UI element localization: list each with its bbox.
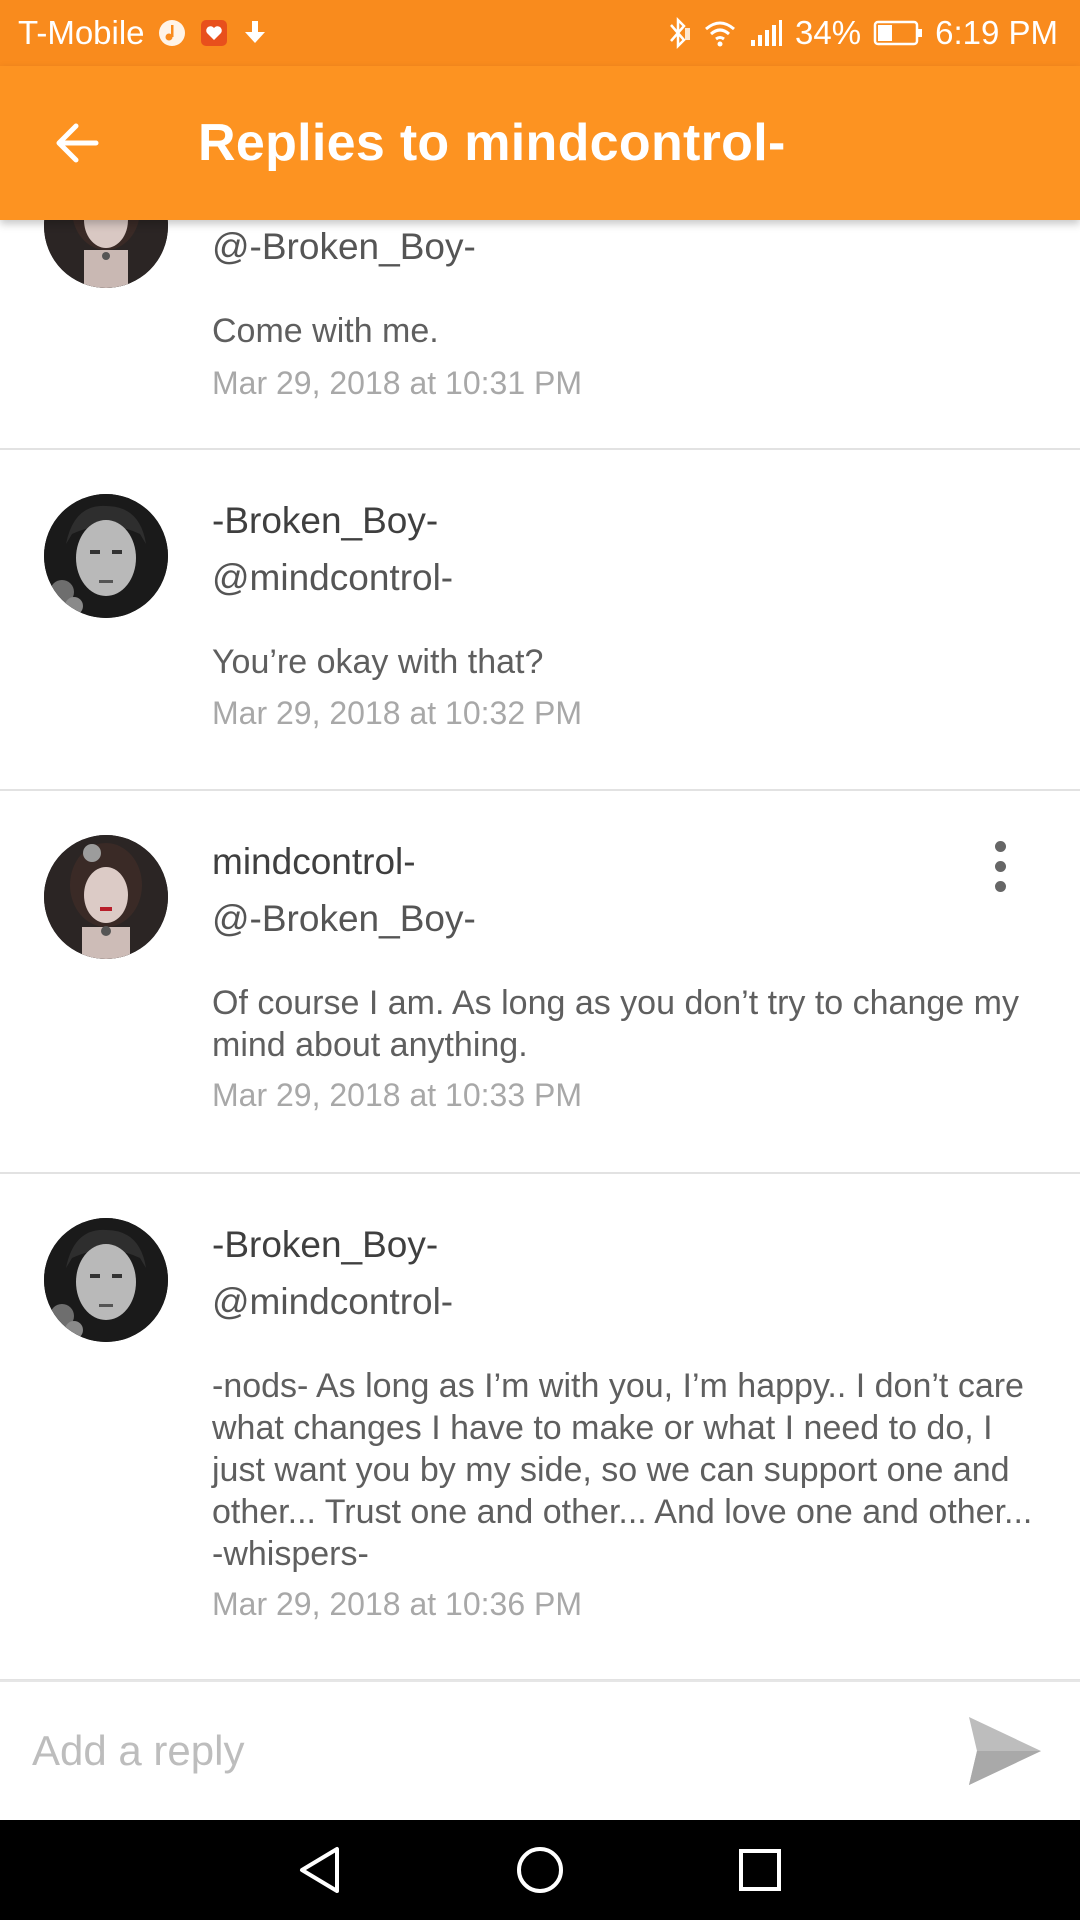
battery-icon — [873, 19, 923, 47]
app-notification-icon — [199, 18, 229, 48]
reply-author[interactable]: -Broken_Boy- — [212, 1224, 438, 1266]
nav-back-button[interactable] — [285, 1835, 355, 1905]
reply-timestamp: Mar 29, 2018 at 10:31 PM — [212, 365, 582, 401]
avatar[interactable] — [44, 835, 168, 959]
reply-item: -Broken_Boy- @mindcontrol- -nods- As lon… — [0, 1174, 1080, 1680]
send-icon — [969, 1717, 1041, 1785]
reply-list[interactable]: @-Broken_Boy- Come with me. Mar 29, 2018… — [0, 220, 1080, 1680]
reply-text: Come with me. — [212, 312, 439, 350]
reply-text: You’re okay with that? — [212, 643, 544, 681]
arrow-left-icon — [56, 123, 99, 163]
girl-avatar-image — [44, 220, 168, 288]
reply-mention[interactable]: @-Broken_Boy- — [212, 898, 476, 940]
app-bar: Replies to mindcontrol- — [0, 66, 1080, 220]
nav-recents-button[interactable] — [725, 1835, 795, 1905]
circle-home-icon — [517, 1847, 563, 1893]
square-recents-icon — [739, 1849, 781, 1891]
page-title: Replies to mindcontrol- — [198, 114, 786, 172]
music-icon — [157, 18, 187, 48]
reply-item: @-Broken_Boy- Come with me. Mar 29, 2018… — [0, 220, 1080, 450]
more-vert-icon — [994, 860, 1006, 872]
reply-author[interactable]: -Broken_Boy- — [212, 500, 438, 542]
more-options-button[interactable] — [980, 836, 1020, 896]
status-bar: T-Mobile 34% 6:19 PM — [0, 0, 1080, 66]
send-button[interactable] — [960, 1706, 1050, 1796]
reply-item: mindcontrol- @-Broken_Boy- Of course I a… — [0, 791, 1080, 1174]
wifi-icon — [703, 18, 737, 48]
avatar[interactable] — [44, 220, 168, 288]
reply-mention[interactable]: @-Broken_Boy- — [212, 226, 476, 268]
reply-timestamp: Mar 29, 2018 at 10:32 PM — [212, 695, 582, 731]
back-button[interactable] — [16, 66, 136, 220]
reply-item: -Broken_Boy- @mindcontrol- You’re okay w… — [0, 450, 1080, 791]
reply-timestamp: Mar 29, 2018 at 10:36 PM — [212, 1586, 582, 1622]
nav-home-button[interactable] — [505, 1835, 575, 1905]
more-vert-icon — [994, 840, 1006, 852]
download-icon — [241, 18, 269, 48]
status-left: T-Mobile — [18, 14, 269, 52]
reply-mention[interactable]: @mindcontrol- — [212, 557, 453, 599]
girl-avatar-image — [44, 835, 168, 959]
system-nav-bar — [0, 1820, 1080, 1920]
battery-percent: 34% — [795, 14, 862, 51]
reply-input[interactable] — [32, 1727, 912, 1775]
reply-author[interactable]: mindcontrol- — [212, 841, 416, 883]
clock: 6:19 PM — [935, 14, 1058, 51]
signal-icon — [749, 18, 783, 48]
triangle-back-icon — [300, 1847, 339, 1893]
reply-text: Of course I am. As long as you don’t try… — [212, 984, 1019, 1064]
status-right: 34% 6:19 PM — [665, 14, 1058, 52]
reply-mention[interactable]: @mindcontrol- — [212, 1281, 453, 1323]
boy-avatar-image — [44, 1218, 168, 1342]
avatar[interactable] — [44, 494, 168, 618]
reply-composer — [0, 1680, 1080, 1820]
bluetooth-icon — [665, 16, 691, 50]
reply-text: -nods- As long as I’m with you, I’m happ… — [212, 1367, 1033, 1573]
avatar[interactable] — [44, 1218, 168, 1342]
carrier-label: T-Mobile — [18, 14, 145, 51]
boy-avatar-image — [44, 494, 168, 618]
more-vert-icon — [994, 880, 1006, 892]
reply-timestamp: Mar 29, 2018 at 10:33 PM — [212, 1077, 582, 1113]
